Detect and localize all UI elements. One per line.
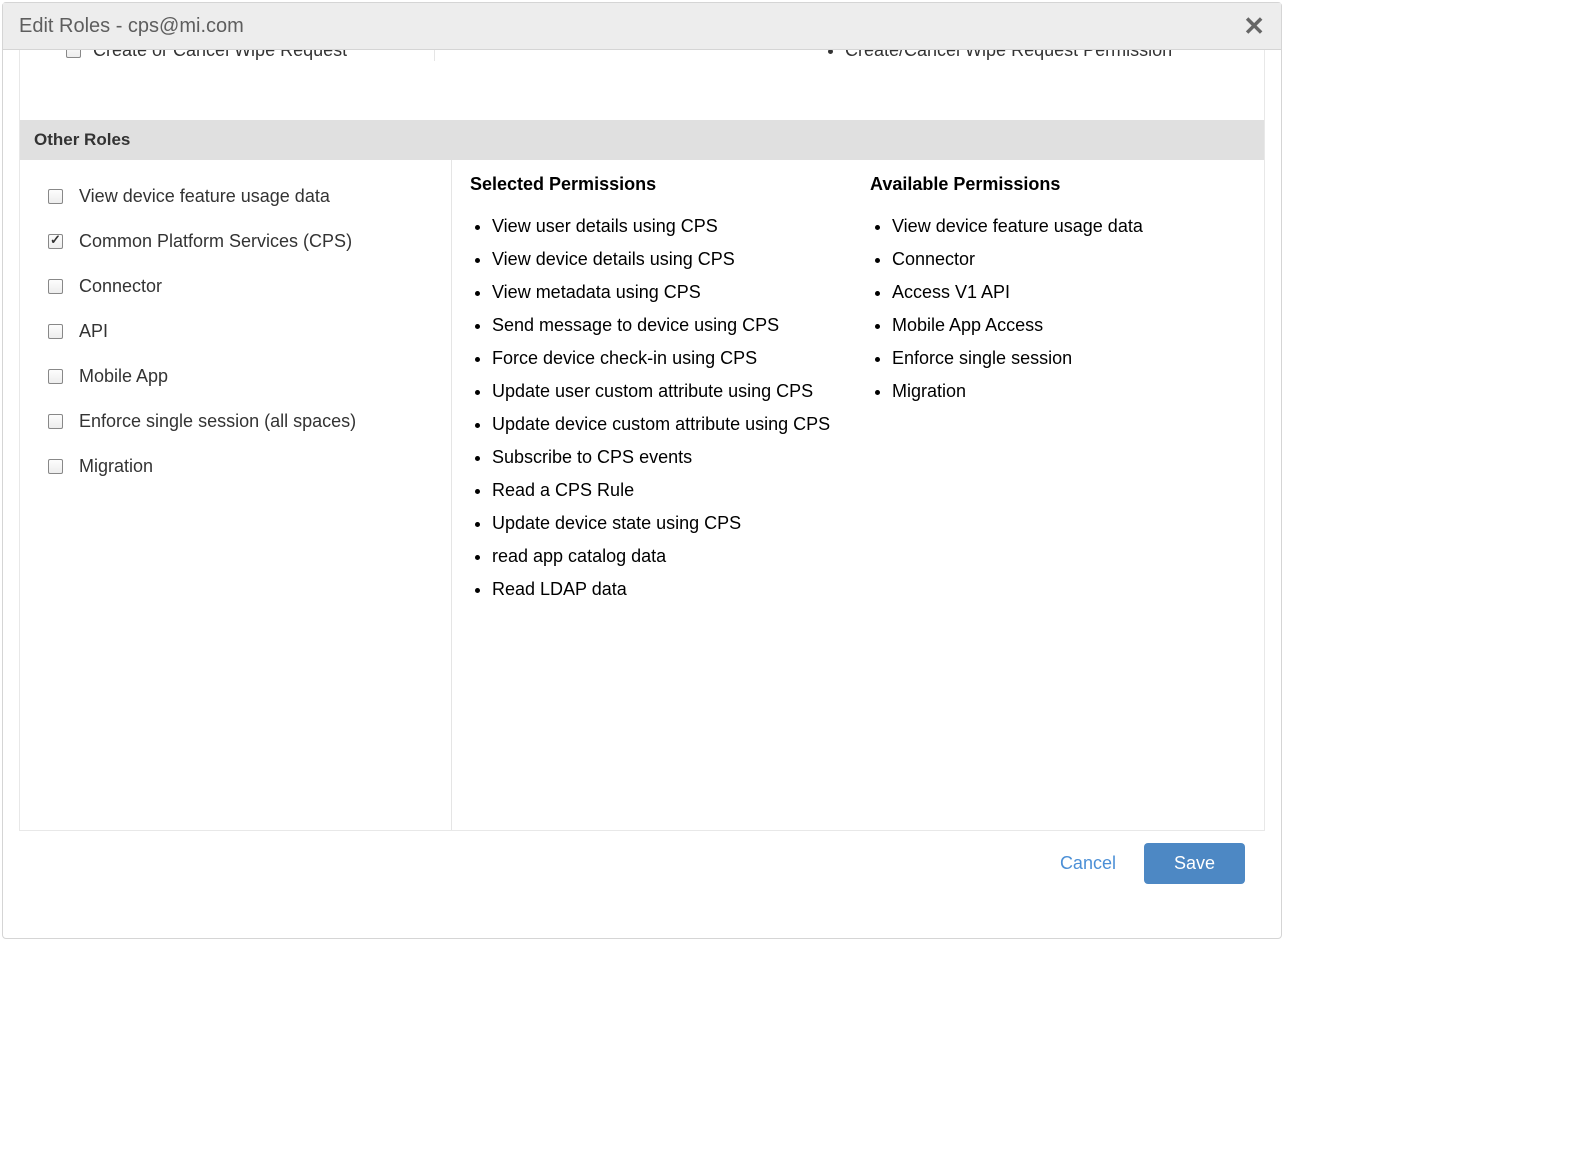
roles-list: View device feature usage data Common Pl… xyxy=(20,160,452,830)
role-item-view-device-usage[interactable]: View device feature usage data xyxy=(48,174,431,219)
permission-item: View metadata using CPS xyxy=(492,279,842,306)
available-permissions-heading: Available Permissions xyxy=(870,174,1254,195)
permission-item: Update device custom attribute using CPS xyxy=(492,411,842,438)
role-item-enforce-single-session[interactable]: Enforce single session (all spaces) xyxy=(48,399,431,444)
prior-role-row: Create or Cancel Wipe Request xyxy=(20,50,435,61)
permission-item: read app catalog data xyxy=(492,543,842,570)
role-label: API xyxy=(79,321,108,342)
available-permissions-column: Available Permissions View device featur… xyxy=(852,160,1264,830)
permission-item: View device details using CPS xyxy=(492,246,842,273)
role-label: Common Platform Services (CPS) xyxy=(79,231,352,252)
cancel-button[interactable]: Cancel xyxy=(1060,853,1116,874)
role-checkbox[interactable] xyxy=(48,324,63,339)
role-checkbox[interactable] xyxy=(48,369,63,384)
role-checkbox[interactable] xyxy=(48,414,63,429)
selected-permissions-heading: Selected Permissions xyxy=(470,174,842,195)
permission-item: Force device check-in using CPS xyxy=(492,345,842,372)
prior-role-checkbox[interactable] xyxy=(66,50,81,58)
close-icon[interactable]: ✕ xyxy=(1243,13,1265,39)
permission-item: Send message to device using CPS xyxy=(492,312,842,339)
permission-item: Migration xyxy=(892,378,1254,405)
prior-permission-item: Create/Cancel Wipe Request Permission xyxy=(845,50,1264,61)
prior-section-partial: Create or Cancel Wipe Request Create/Can… xyxy=(20,50,1264,120)
modal-header: Edit Roles - cps@mi.com ✕ xyxy=(3,3,1281,50)
permission-item: Connector xyxy=(892,246,1254,273)
prior-role-label: Create or Cancel Wipe Request xyxy=(93,50,347,61)
role-item-migration[interactable]: Migration xyxy=(48,444,431,489)
selected-permissions-column: Selected Permissions View user details u… xyxy=(452,160,852,830)
permission-item: Access V1 API xyxy=(892,279,1254,306)
role-label: View device feature usage data xyxy=(79,186,330,207)
role-item-connector[interactable]: Connector xyxy=(48,264,431,309)
permission-item: Read LDAP data xyxy=(492,576,842,603)
role-checkbox[interactable] xyxy=(48,234,63,249)
role-item-cps[interactable]: Common Platform Services (CPS) xyxy=(48,219,431,264)
role-label: Mobile App xyxy=(79,366,168,387)
permission-item: Subscribe to CPS events xyxy=(492,444,842,471)
available-permissions-list: View device feature usage data Connector… xyxy=(870,213,1254,405)
other-roles-header: Other Roles xyxy=(20,120,1264,160)
permission-item: View device feature usage data xyxy=(892,213,1254,240)
permission-item: Mobile App Access xyxy=(892,312,1254,339)
roles-content: View device feature usage data Common Pl… xyxy=(20,160,1264,830)
role-label: Connector xyxy=(79,276,162,297)
save-button[interactable]: Save xyxy=(1144,843,1245,884)
edit-roles-modal: Edit Roles - cps@mi.com ✕ Create or Canc… xyxy=(2,2,1282,939)
modal-title: Edit Roles - cps@mi.com xyxy=(19,15,244,38)
permission-item: Update user custom attribute using CPS xyxy=(492,378,842,405)
role-checkbox[interactable] xyxy=(48,189,63,204)
role-item-mobile-app[interactable]: Mobile App xyxy=(48,354,431,399)
role-item-api[interactable]: API xyxy=(48,309,431,354)
content-wrapper: Create or Cancel Wipe Request Create/Can… xyxy=(19,50,1265,831)
role-checkbox[interactable] xyxy=(48,279,63,294)
role-checkbox[interactable] xyxy=(48,459,63,474)
modal-body: Create or Cancel Wipe Request Create/Can… xyxy=(3,50,1281,938)
permission-item: Update device state using CPS xyxy=(492,510,842,537)
modal-footer: Cancel Save xyxy=(19,831,1265,898)
role-label: Migration xyxy=(79,456,153,477)
permission-item: View user details using CPS xyxy=(492,213,842,240)
prior-permission-column: Create/Cancel Wipe Request Permission xyxy=(435,50,1264,61)
permission-item: Read a CPS Rule xyxy=(492,477,842,504)
permission-item: Enforce single session xyxy=(892,345,1254,372)
role-label: Enforce single session (all spaces) xyxy=(79,411,356,432)
selected-permissions-list: View user details using CPS View device … xyxy=(470,213,842,603)
